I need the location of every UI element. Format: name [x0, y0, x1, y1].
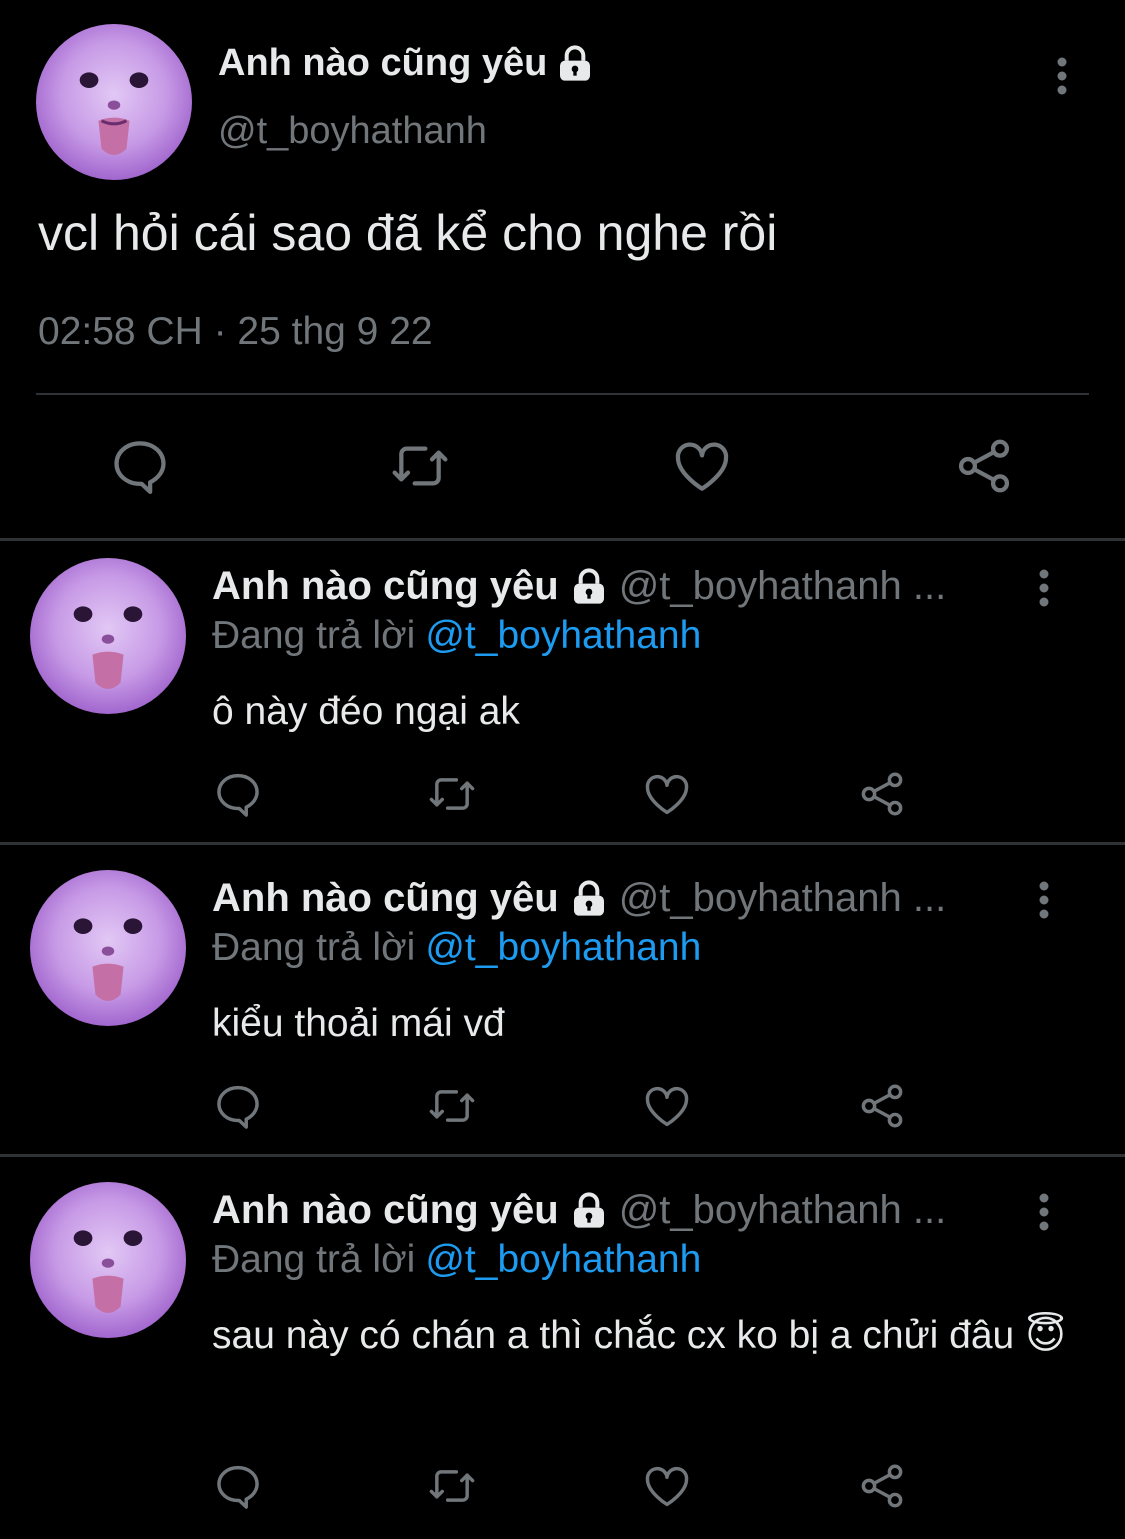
- display-name[interactable]: Anh nào cũng yêu: [212, 564, 559, 609]
- share-icon[interactable]: [952, 434, 1016, 498]
- cat-avatar-image: [79, 72, 149, 156]
- mention-link[interactable]: @t_boyhathanh: [425, 614, 701, 657]
- more-vertical-icon[interactable]: [1026, 876, 1062, 924]
- avatar[interactable]: [30, 1182, 186, 1338]
- tweet-text: sau này có chán a thì chắc cx ko bị a ch…: [212, 1314, 1066, 1357]
- divider: [0, 1154, 1125, 1157]
- mention-link[interactable]: @t_boyhathanh: [425, 926, 701, 969]
- avatar[interactable]: [30, 870, 186, 1026]
- lock-icon: [560, 44, 591, 81]
- more-vertical-icon[interactable]: [1044, 52, 1080, 100]
- heart-icon[interactable]: [641, 1460, 693, 1512]
- avatar[interactable]: [36, 24, 192, 180]
- replying-label: Đang trả lời: [212, 926, 416, 969]
- retweet-icon[interactable]: [426, 768, 478, 820]
- tweet-text: ô này đéo ngại ak: [212, 690, 520, 733]
- divider: [0, 842, 1125, 845]
- retweet-icon[interactable]: [388, 434, 452, 498]
- more-vertical-icon[interactable]: [1026, 564, 1062, 612]
- cat-avatar-image: [73, 606, 143, 690]
- share-icon[interactable]: [856, 1460, 908, 1512]
- reply-header: Anh nào cũng yêu @t_boyhathanh ...: [212, 876, 946, 921]
- tweet-timestamp[interactable]: 02:58 CH · 25 thg 9 22: [38, 310, 433, 354]
- lock-icon: [573, 567, 604, 604]
- reply-icon[interactable]: [108, 434, 172, 498]
- heart-icon[interactable]: [641, 1080, 693, 1132]
- reply-icon[interactable]: [212, 768, 264, 820]
- replying-to: Đang trả lời @t_boyhathanh: [212, 1238, 701, 1282]
- handle[interactable]: @t_boyhathanh ...: [619, 876, 947, 921]
- handle[interactable]: @t_boyhathanh ...: [619, 1188, 947, 1233]
- cat-avatar-image: [73, 1230, 143, 1314]
- reply-tweet[interactable]: Anh nào cũng yêu @t_boyhathanh ... Đang …: [0, 540, 1125, 842]
- lock-icon: [573, 879, 604, 916]
- reply-tweet[interactable]: Anh nào cũng yêu @t_boyhathanh ... Đang …: [0, 1164, 1125, 1539]
- replying-to: Đang trả lời @t_boyhathanh: [212, 926, 701, 970]
- divider: [36, 393, 1089, 395]
- tweet-text: kiểu thoải mái vđ: [212, 1002, 505, 1045]
- retweet-icon[interactable]: [426, 1460, 478, 1512]
- avatar[interactable]: [30, 558, 186, 714]
- retweet-icon[interactable]: [426, 1080, 478, 1132]
- more-vertical-icon[interactable]: [1026, 1188, 1062, 1236]
- lock-icon: [573, 1191, 604, 1228]
- reply-icon[interactable]: [212, 1460, 264, 1512]
- share-icon[interactable]: [856, 1080, 908, 1132]
- main-tweet: Anh nào cũng yêu @t_boyhathanh vcl hỏi c…: [0, 0, 1125, 538]
- reply-tweet[interactable]: Anh nào cũng yêu @t_boyhathanh ... Đang …: [0, 852, 1125, 1154]
- reply-icon[interactable]: [212, 1080, 264, 1132]
- replying-label: Đang trả lời: [212, 614, 416, 657]
- share-icon[interactable]: [856, 768, 908, 820]
- replying-to: Đang trả lời @t_boyhathanh: [212, 614, 701, 658]
- reply-header: Anh nào cũng yêu @t_boyhathanh ...: [212, 564, 946, 609]
- tweet-text: vcl hỏi cái sao đã kể cho nghe rồi: [38, 205, 778, 261]
- handle[interactable]: @t_boyhathanh: [218, 110, 487, 153]
- reply-header: Anh nào cũng yêu @t_boyhathanh ...: [212, 1188, 946, 1233]
- mention-link[interactable]: @t_boyhathanh: [425, 1238, 701, 1281]
- heart-icon[interactable]: [641, 768, 693, 820]
- replying-label: Đang trả lời: [212, 1238, 416, 1281]
- handle[interactable]: @t_boyhathanh ...: [619, 564, 947, 609]
- heart-icon[interactable]: [670, 434, 734, 498]
- display-name-text: Anh nào cũng yêu: [218, 42, 548, 84]
- display-name[interactable]: Anh nào cũng yêu: [212, 876, 559, 921]
- display-name[interactable]: Anh nào cũng yêu: [218, 42, 595, 85]
- cat-avatar-image: [73, 918, 143, 1002]
- display-name[interactable]: Anh nào cũng yêu: [212, 1188, 559, 1233]
